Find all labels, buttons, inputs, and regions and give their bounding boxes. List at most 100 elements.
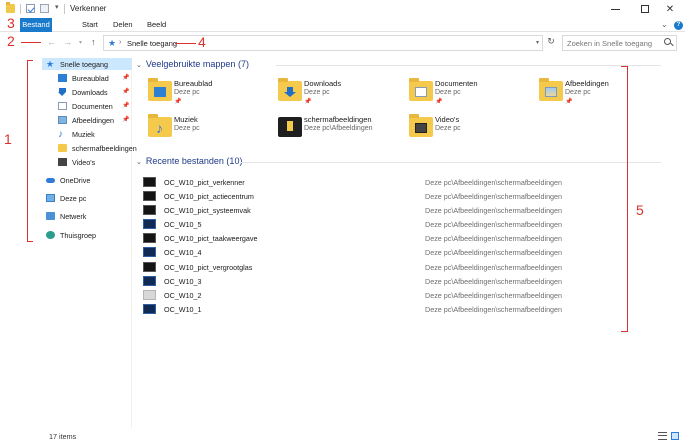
properties-icon[interactable] bbox=[26, 4, 35, 13]
recent-file-row[interactable]: OC_W10_1 Deze pc\Afbeeldingen\schermafbe… bbox=[143, 303, 663, 315]
file-path: Deze pc\Afbeeldingen\schermafbeeldingen bbox=[425, 291, 563, 300]
sidebar-item-afbeeldingen[interactable]: Afbeeldingen 📌 bbox=[42, 114, 132, 126]
sidebar-item-deze-pc[interactable]: Deze pc bbox=[42, 192, 132, 204]
collapse-chevron-icon[interactable]: ⌄ bbox=[136, 159, 142, 166]
recent-file-row[interactable]: OC_W10_pict_verkenner Deze pc\Afbeelding… bbox=[143, 176, 663, 188]
file-name: OC_W10_pict_verkenner bbox=[164, 178, 245, 187]
tab-beeld[interactable]: Beeld bbox=[141, 18, 172, 32]
tab-bestand[interactable]: Bestand bbox=[20, 18, 52, 32]
image-file-icon bbox=[143, 177, 156, 187]
back-arrow-icon[interactable]: ← bbox=[47, 37, 56, 47]
folder-tile-bureaublad[interactable]: Bureaublad Deze pc 📌 bbox=[148, 78, 278, 111]
folder-tile-downloads[interactable]: Downloads Deze pc 📌 bbox=[278, 78, 408, 111]
annotation-bracket-5 bbox=[627, 66, 628, 332]
folder-location: Deze pc bbox=[174, 125, 200, 132]
recent-file-row[interactable]: OC_W10_pict_vergrootglas Deze pc\Afbeeld… bbox=[143, 261, 663, 273]
close-button[interactable]: ✕ bbox=[655, 0, 685, 18]
status-bar: 17 items bbox=[0, 428, 685, 444]
desktop-icon bbox=[58, 74, 67, 82]
file-name: OC_W10_2 bbox=[164, 291, 202, 300]
file-path: Deze pc\Afbeeldingen\schermafbeeldingen bbox=[425, 234, 563, 243]
video-icon bbox=[58, 158, 67, 166]
recent-file-row[interactable]: OC_W10_pict_taakweergave Deze pc\Afbeeld… bbox=[143, 232, 663, 244]
sidebar-item-schermafbeeldingen[interactable]: schermafbeeldingen bbox=[42, 142, 137, 154]
sidebar-item-snelle-toegang[interactable]: ★ Snelle toegang bbox=[42, 58, 132, 70]
collapse-chevron-icon[interactable]: ⌄ bbox=[136, 62, 142, 69]
sidebar-item-downloads[interactable]: Downloads 📌 bbox=[42, 86, 132, 98]
pin-icon[interactable]: 📌 bbox=[122, 102, 129, 109]
recent-file-row[interactable]: OC_W10_2 Deze pc\Afbeeldingen\schermafbe… bbox=[143, 289, 663, 301]
item-count: 17 items bbox=[49, 432, 77, 441]
recent-file-row[interactable]: OC_W10_4 Deze pc\Afbeeldingen\schermafbe… bbox=[143, 246, 663, 258]
customize-toolbar-chevron-icon[interactable]: ▾ bbox=[55, 3, 59, 11]
homegroup-icon bbox=[46, 231, 55, 239]
image-file-icon bbox=[143, 233, 156, 243]
sidebar-item-onedrive[interactable]: OneDrive bbox=[42, 174, 132, 186]
sidebar-item-muziek[interactable]: ♪ Muziek bbox=[42, 128, 132, 140]
image-file-icon bbox=[143, 304, 156, 314]
computer-icon bbox=[46, 194, 55, 202]
pin-icon[interactable]: 📌 bbox=[122, 116, 129, 123]
sidebar-item-bureaublad[interactable]: Bureaublad 📌 bbox=[42, 72, 132, 84]
annotation-bracket-1-top bbox=[27, 60, 33, 61]
new-folder-icon[interactable] bbox=[40, 4, 49, 13]
folder-tile-schermafbeeldingen[interactable]: schermafbeeldingen Deze pc\Afbeeldingen bbox=[278, 115, 408, 147]
address-dropdown-chevron-icon[interactable]: ▾ bbox=[536, 39, 539, 46]
folder-tile-muziek[interactable]: ♪ Muziek Deze pc bbox=[148, 114, 278, 147]
recent-files-header[interactable]: ⌄ Recente bestanden (10) bbox=[136, 156, 242, 166]
sidebar-item-netwerk[interactable]: Netwerk bbox=[42, 210, 132, 222]
sidebar-item-documenten[interactable]: Documenten 📌 bbox=[42, 100, 132, 112]
annotation-number-5: 5 bbox=[636, 202, 644, 218]
tab-start[interactable]: Start bbox=[76, 18, 104, 32]
sidebar-item-label: Deze pc bbox=[60, 194, 87, 203]
folder-location: Deze pc bbox=[304, 89, 330, 96]
sidebar-item-label: Muziek bbox=[72, 130, 95, 139]
breadcrumb-chevron-icon[interactable]: › bbox=[119, 39, 121, 46]
annotation-line-4 bbox=[175, 43, 196, 44]
annotation-bracket-5-bottom bbox=[621, 331, 627, 332]
annotation-number-4: 4 bbox=[198, 34, 206, 50]
recent-file-row[interactable]: OC_W10_pict_systeemvak Deze pc\Afbeeldin… bbox=[143, 204, 663, 216]
file-name: OC_W10_5 bbox=[164, 220, 202, 229]
address-path[interactable]: Snelle toegang bbox=[127, 39, 177, 48]
up-arrow-icon[interactable]: ↑ bbox=[91, 37, 96, 47]
forward-arrow-icon[interactable]: → bbox=[63, 37, 72, 47]
folder-tile-documenten[interactable]: Documenten Deze pc 📌 bbox=[409, 78, 539, 111]
recent-file-row[interactable]: OC_W10_3 Deze pc\Afbeeldingen\schermafbe… bbox=[143, 275, 663, 287]
file-path: Deze pc\Afbeeldingen\schermafbeeldingen bbox=[425, 192, 563, 201]
folder-tile-afbeeldingen[interactable]: Afbeeldingen Deze pc 📌 bbox=[539, 78, 651, 111]
image-file-icon bbox=[143, 290, 156, 300]
music-folder-icon: ♪ bbox=[148, 114, 172, 137]
file-name: OC_W10_4 bbox=[164, 248, 202, 257]
recent-file-row[interactable]: OC_W10_pict_actiecentrum Deze pc\Afbeeld… bbox=[143, 190, 663, 202]
frequent-folders-header[interactable]: ⌄ Veelgebruikte mappen (7) bbox=[136, 59, 249, 69]
folder-tile-videos[interactable]: Video's Deze pc bbox=[409, 114, 539, 147]
image-file-icon bbox=[143, 219, 156, 229]
file-name: OC_W10_1 bbox=[164, 305, 202, 314]
address-bar[interactable]: ★ › Snelle toegang ▾ bbox=[103, 35, 543, 51]
tab-delen[interactable]: Delen bbox=[107, 18, 139, 32]
help-icon[interactable]: ? bbox=[674, 21, 683, 30]
file-path: Deze pc\Afbeeldingen\schermafbeeldingen bbox=[425, 248, 563, 257]
file-path: Deze pc\Afbeeldingen\schermafbeeldingen bbox=[425, 305, 563, 314]
search-input[interactable] bbox=[562, 35, 677, 51]
refresh-icon[interactable]: ↻ bbox=[545, 36, 557, 50]
pictures-folder-icon bbox=[539, 78, 563, 101]
pin-icon[interactable]: 📌 bbox=[122, 88, 129, 95]
sidebar-item-label: Documenten bbox=[72, 102, 113, 111]
frequent-folders-title: Veelgebruikte mappen (7) bbox=[145, 59, 249, 69]
sidebar-item-thuisgroep[interactable]: Thuisgroep bbox=[42, 229, 132, 241]
pin-icon[interactable]: 📌 bbox=[122, 74, 129, 81]
minimize-button[interactable] bbox=[600, 0, 630, 18]
file-name: OC_W10_pict_systeemvak bbox=[164, 206, 251, 215]
large-icons-view-icon[interactable] bbox=[671, 432, 679, 440]
file-name: OC_W10_pict_vergrootglas bbox=[164, 263, 253, 272]
maximize-icon bbox=[641, 5, 649, 13]
search-icon[interactable] bbox=[664, 38, 671, 45]
sidebar-item-videos[interactable]: Video's bbox=[42, 156, 132, 168]
expand-ribbon-chevron-icon[interactable]: ⌄ bbox=[661, 20, 668, 29]
details-view-icon[interactable] bbox=[658, 432, 667, 440]
recent-locations-chevron-icon[interactable]: ▾ bbox=[79, 39, 82, 46]
recent-file-row[interactable]: OC_W10_5 Deze pc\Afbeeldingen\schermafbe… bbox=[143, 218, 663, 230]
file-path: Deze pc\Afbeeldingen\schermafbeeldingen bbox=[425, 277, 563, 286]
